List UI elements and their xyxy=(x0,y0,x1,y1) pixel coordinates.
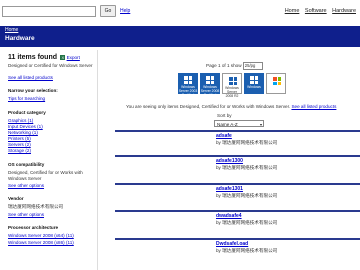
result-divider xyxy=(115,155,360,157)
product-category-heading: Product category xyxy=(8,110,46,115)
pager: Page 1 of 1 show 25/pg xyxy=(206,62,263,70)
category-storage-link[interactable]: Storage (2) xyxy=(8,148,31,154)
export-link[interactable]: Export xyxy=(67,55,80,60)
result-vendor: by 瑞达厦阿网络技术有限公司 xyxy=(216,248,278,253)
result-name-link[interactable]: Dwdsafel.oad xyxy=(216,241,248,247)
logo-ws2008r2: Windows Server 2008 R2 xyxy=(222,73,242,98)
logo-ws2003-certified: Windows Server 2003 Certified xyxy=(178,73,198,97)
vendor-see-other-link[interactable]: See other options xyxy=(8,212,44,218)
processor-heading: Processor architecture xyxy=(8,225,59,230)
vendor-heading: Vendor xyxy=(8,196,24,201)
sort-select[interactable]: Name A-Z ▾ xyxy=(214,120,264,127)
search-input[interactable] xyxy=(2,6,96,17)
result-vendor: by 瑞达厦阿网络技术有限公司 xyxy=(216,165,278,170)
sort-label: Sort by xyxy=(217,113,232,118)
result-vendor: by 瑞达厦阿网络技术有限公司 xyxy=(216,140,278,145)
page-indicator: Page 1 of 1 xyxy=(206,63,230,69)
filter-notice-text: You are seeing only items Designed, Cert… xyxy=(126,104,291,109)
result-divider xyxy=(115,130,360,132)
os-compat-see-other-link[interactable]: See other options xyxy=(8,183,44,189)
result-divider xyxy=(115,210,360,212)
page-size-select[interactable]: 25/pg xyxy=(242,62,263,70)
windows-logo-icon xyxy=(184,76,192,84)
top-nav-home-link[interactable]: Home xyxy=(285,8,300,14)
windows-flag-icon xyxy=(273,77,281,85)
logo-windows-color: Windows xyxy=(266,73,286,94)
go-button[interactable]: Go xyxy=(100,5,116,17)
top-bar: Go Help Home Software Hardware xyxy=(0,0,360,22)
tips-link[interactable]: Tips for Searching xyxy=(8,96,45,102)
processor-x64-link[interactable]: Windows Server 2008 (x64) (11) xyxy=(8,233,74,239)
see-all-listed-link[interactable]: See all listed products xyxy=(8,75,53,81)
vendor-text: 瑞达厦阿网络技术有限公司 xyxy=(8,204,64,209)
main-content: Page 1 of 1 show 25/pg Windows Server 20… xyxy=(100,50,360,270)
windows-logo-icon xyxy=(229,77,237,85)
result-name-link[interactable]: adsafe1301 xyxy=(216,186,243,192)
narrow-heading: Narrow your selection: xyxy=(8,88,58,93)
chevron-down-icon: ▾ xyxy=(259,122,262,127)
result-divider xyxy=(115,238,360,240)
top-nav-software-link[interactable]: Software xyxy=(305,8,327,14)
sidebar-divider xyxy=(97,50,98,270)
windows-logo-icon xyxy=(250,76,258,84)
result-name-link[interactable]: dwadsafe4 xyxy=(216,213,242,219)
filter-notice: You are seeing only items Designed, Cert… xyxy=(126,104,336,109)
os-compat-text: Designed, Certified for or Works with Wi… xyxy=(8,170,83,181)
see-all-listed-products-link[interactable]: See all listed products xyxy=(291,104,336,109)
top-nav: Home Software Hardware xyxy=(281,8,356,14)
logo-windows: Windows xyxy=(244,73,264,94)
result-name-link[interactable]: adsafe xyxy=(216,133,232,139)
breadcrumb-home[interactable]: Home xyxy=(5,27,18,33)
page-banner: Home Hardware xyxy=(0,26,360,47)
result-divider xyxy=(115,183,360,185)
help-link[interactable]: Help xyxy=(120,8,130,14)
logo-ws2008-certified: Windows Server 2008 Certified xyxy=(200,73,220,97)
designed-for-text: Designed or Certified for Windows Server xyxy=(8,63,93,68)
page-title: Hardware xyxy=(5,35,35,42)
result-name-link[interactable]: adsafe1300 xyxy=(216,158,243,164)
result-vendor: by 瑞达厦阿网络技术有限公司 xyxy=(216,220,278,225)
windows-logo-icon xyxy=(206,76,214,84)
processor-x86-link[interactable]: Windows Server 2008 (x86) (11) xyxy=(8,240,74,246)
items-found: 11 items found xyxy=(8,54,58,61)
excel-icon[interactable]: X xyxy=(60,55,66,61)
os-compat-heading: OS compatibility xyxy=(8,162,45,167)
results-summary: 11 items found X Export xyxy=(8,54,94,61)
show-label: show xyxy=(230,63,242,69)
top-nav-hardware-link[interactable]: Hardware xyxy=(332,8,356,14)
result-vendor: by 瑞达厦阿网络技术有限公司 xyxy=(216,193,278,198)
sidebar: 11 items found X Export Designed or Cert… xyxy=(0,50,96,270)
